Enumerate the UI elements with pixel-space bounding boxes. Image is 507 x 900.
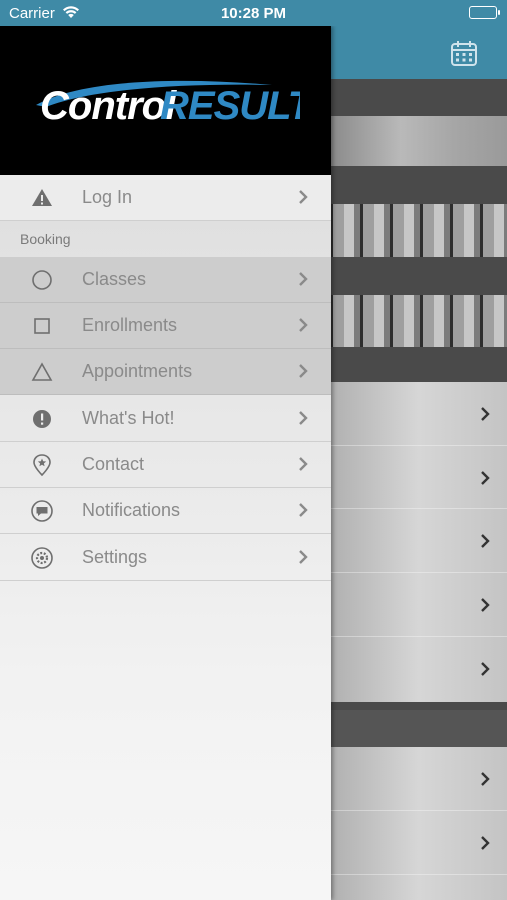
side-menu-drawer: Control RESULTS Log In Booking Classes E… (0, 26, 331, 900)
menu-item-label: Log In (82, 187, 133, 207)
chevron-right-icon (298, 317, 308, 338)
menu-item-label: Contact (82, 454, 145, 474)
section-header-label: Booking (20, 231, 71, 247)
menu-item-settings[interactable]: Settings (0, 535, 331, 581)
menu-item-classes[interactable]: Classes (0, 257, 331, 303)
background-section-header (330, 79, 507, 116)
alert-circle-icon (30, 407, 54, 431)
menu-item-label: Settings (82, 547, 148, 567)
menu-item-label: What's Hot! (82, 408, 175, 428)
chevron-right-icon (298, 549, 308, 570)
background-nav-bar (330, 26, 507, 79)
chevron-right-icon (298, 410, 308, 431)
brand-logo: Control RESULTS (0, 26, 331, 175)
menu-item-log-in[interactable]: Log In (0, 175, 331, 221)
warning-icon (30, 186, 54, 210)
circle-icon (30, 268, 54, 292)
background-image (330, 204, 507, 257)
chevron-right-icon (298, 502, 308, 523)
section-header-booking: Booking (0, 221, 331, 256)
chevron-right-icon (480, 771, 490, 792)
background-divider (330, 702, 507, 710)
menu-item-label: Notifications (82, 500, 181, 520)
clock: 10:28 PM (220, 5, 287, 22)
chevron-right-icon (298, 189, 308, 210)
menu-item-whats-hot[interactable]: What's Hot! (0, 396, 331, 442)
triangle-icon (30, 360, 54, 384)
menu-item-contact[interactable]: Contact (0, 442, 331, 488)
svg-text:RESULTS: RESULTS (160, 84, 300, 128)
svg-text:Control: Control (40, 84, 177, 128)
background-image (330, 116, 507, 166)
location-pin-icon (30, 453, 54, 477)
chevron-right-icon (480, 470, 490, 491)
menu-item-enrollments[interactable]: Enrollments (0, 303, 331, 349)
battery-icon (469, 6, 500, 19)
menu-item-notifications[interactable]: Notifications (0, 488, 331, 534)
menu-item-label: Enrollments (82, 315, 178, 335)
calendar-icon[interactable] (450, 39, 478, 72)
list-item[interactable] (330, 382, 507, 446)
background-image (330, 295, 507, 347)
list-item[interactable] (330, 573, 507, 637)
list-item[interactable] (330, 811, 507, 875)
chevron-right-icon (480, 406, 490, 427)
background-section-header (330, 257, 507, 295)
chevron-right-icon (298, 271, 308, 292)
background-section-header (330, 347, 507, 382)
chevron-right-icon (298, 456, 308, 477)
list-item[interactable] (330, 446, 507, 509)
list-item[interactable] (330, 747, 507, 811)
chevron-right-icon (480, 597, 490, 618)
square-icon (30, 314, 54, 338)
chevron-right-icon (480, 533, 490, 554)
list-item[interactable] (330, 637, 507, 702)
chevron-right-icon (480, 835, 490, 856)
background-list (330, 79, 507, 900)
gear-icon (30, 546, 54, 570)
chevron-right-icon (298, 363, 308, 384)
list-item[interactable] (330, 509, 507, 573)
message-bubble-icon (30, 499, 54, 523)
menu-item-appointments[interactable]: Appointments (0, 349, 331, 395)
background-section-header (330, 710, 507, 747)
background-section-header (330, 166, 507, 204)
status-bar: Carrier 10:28 PM (0, 0, 507, 26)
menu-item-label: Appointments (82, 361, 193, 381)
menu-item-label: Classes (82, 269, 147, 289)
chevron-right-icon (480, 661, 490, 682)
background-screen (330, 26, 507, 900)
